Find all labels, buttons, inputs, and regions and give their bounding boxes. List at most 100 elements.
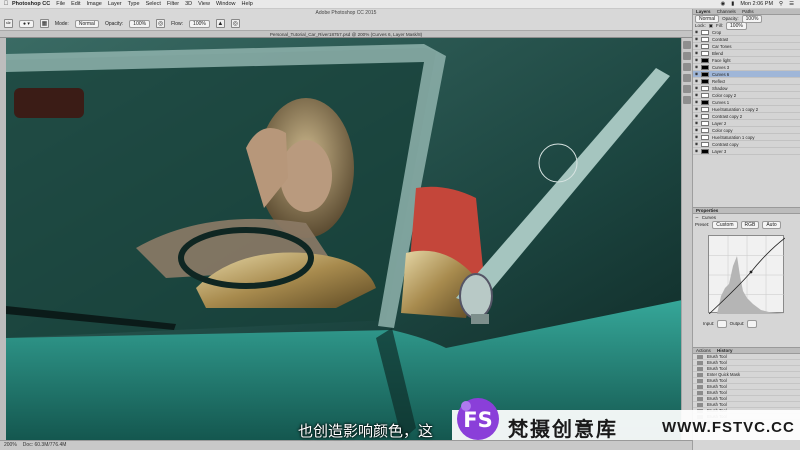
menu-help[interactable]: Help <box>242 1 253 7</box>
tab-properties[interactable]: Properties <box>696 208 718 213</box>
eye-icon[interactable]: ◉ <box>693 85 700 91</box>
layer-thumbnail[interactable] <box>701 71 709 77</box>
clock[interactable]: Mon 2:06 PM <box>740 1 773 7</box>
layer-thumbnail[interactable] <box>701 36 709 42</box>
layer-row[interactable]: ◉ Color copy 2 <box>693 92 800 99</box>
document-canvas[interactable] <box>6 38 692 440</box>
layer-name[interactable]: Color copy <box>712 128 733 133</box>
menu-layer[interactable]: Layer <box>108 1 122 7</box>
layer-name[interactable]: Color copy 2 <box>712 93 736 98</box>
layer-row[interactable]: ◉ Contrast copy 2 <box>693 113 800 120</box>
layer-name[interactable]: Contrast copy <box>712 142 739 147</box>
curve-point[interactable] <box>749 270 753 274</box>
layer-thumbnail[interactable] <box>701 57 709 63</box>
eye-icon[interactable]: ◉ <box>693 99 700 105</box>
tab-paths[interactable]: Paths <box>742 9 754 14</box>
layer-row[interactable]: ◉ Crop <box>693 29 800 36</box>
layer-name[interactable]: Layer 2 <box>712 121 726 126</box>
layer-thumbnail[interactable] <box>701 120 709 126</box>
layer-thumbnail[interactable] <box>701 29 709 35</box>
eye-icon[interactable]: ◉ <box>693 141 700 147</box>
layer-row[interactable]: ◉ Shadow <box>693 85 800 92</box>
layer-row[interactable]: ◉ Curves 3 <box>693 64 800 71</box>
mode-select[interactable]: Normal <box>74 19 99 28</box>
eye-icon[interactable]: ◉ <box>693 106 700 112</box>
layer-row[interactable]: ◉ Face light <box>693 57 800 64</box>
layer-thumbnail[interactable] <box>701 64 709 70</box>
apple-icon[interactable]:  <box>0 1 12 7</box>
menu-file[interactable]: File <box>56 1 65 7</box>
layer-name[interactable]: Contrast <box>712 37 728 42</box>
app-menu[interactable]: Photoshop CC <box>12 1 50 7</box>
layer-thumbnail[interactable] <box>701 134 709 140</box>
menu-select[interactable]: Select <box>146 1 161 7</box>
menu-edit[interactable]: Edit <box>71 1 80 7</box>
blend-mode-select[interactable]: Normal <box>695 14 720 23</box>
layer-thumbnail[interactable] <box>701 92 709 98</box>
menu-3d[interactable]: 3D <box>185 1 192 7</box>
auto-button[interactable]: Auto <box>762 220 781 229</box>
layer-thumbnail[interactable] <box>701 99 709 105</box>
tab-actions[interactable]: Actions <box>696 348 711 353</box>
layer-name[interactable]: Curves 3 <box>712 65 729 70</box>
eye-icon[interactable]: ◉ <box>693 113 700 119</box>
output-field[interactable] <box>747 319 757 328</box>
layer-name[interactable]: Crop <box>712 30 721 35</box>
layer-name[interactable]: Curves 6 <box>712 72 729 77</box>
input-field[interactable] <box>717 319 727 328</box>
layer-row[interactable]: ◉ Hue/Saturation 1 copy <box>693 134 800 141</box>
layer-name[interactable]: Car Tones <box>712 44 732 49</box>
eye-icon[interactable]: ◉ <box>693 78 700 84</box>
menu-image[interactable]: Image <box>87 1 102 7</box>
brush-panel-icon[interactable]: ▦ <box>39 19 49 28</box>
layer-thumbnail[interactable] <box>701 113 709 119</box>
preset-select[interactable]: Custom <box>712 220 738 229</box>
fill-field[interactable]: 100% <box>726 21 747 30</box>
layer-name[interactable]: Face light <box>712 58 731 63</box>
layer-thumbnail[interactable] <box>701 141 709 147</box>
brush-panel-icon-side[interactable] <box>683 74 691 82</box>
eye-icon[interactable]: ◉ <box>693 64 700 70</box>
layer-row[interactable]: ◉ Contrast <box>693 36 800 43</box>
tab-channels[interactable]: Channels <box>717 9 736 14</box>
eye-icon[interactable]: ◉ <box>693 92 700 98</box>
layer-row[interactable]: ◉ Layer 2 <box>693 120 800 127</box>
eye-icon[interactable]: ◉ <box>693 57 700 63</box>
layer-thumbnail[interactable] <box>701 148 709 154</box>
layer-row[interactable]: ◉ Car Tones <box>693 43 800 50</box>
layer-row[interactable]: ◉ Curves 1 <box>693 99 800 106</box>
eye-icon[interactable]: ◉ <box>693 71 700 77</box>
eye-icon[interactable]: ◉ <box>693 29 700 35</box>
layer-row[interactable]: ◉ Curves 6 <box>693 71 800 78</box>
character-panel-icon[interactable] <box>683 85 691 93</box>
history-panel-icon[interactable] <box>683 41 691 49</box>
opacity-field[interactable]: 100% <box>129 19 151 28</box>
zoom-level[interactable]: 200% <box>4 441 17 450</box>
pressure-opacity-icon[interactable]: ◎ <box>156 19 166 28</box>
layer-thumbnail[interactable] <box>701 127 709 133</box>
layer-name[interactable]: Shadow <box>712 86 728 91</box>
layer-thumbnail[interactable] <box>701 106 709 112</box>
layer-name[interactable]: Layer 3 <box>712 149 726 154</box>
paragraph-panel-icon[interactable] <box>683 96 691 104</box>
eye-icon[interactable]: ◉ <box>693 36 700 42</box>
layer-row[interactable]: ◉ Blend <box>693 50 800 57</box>
layer-thumbnail[interactable] <box>701 43 709 49</box>
eye-icon[interactable]: ◉ <box>693 134 700 140</box>
menu-filter[interactable]: Filter <box>167 1 179 7</box>
layer-name[interactable]: Blend <box>712 51 723 56</box>
battery-icon[interactable]: ▮ <box>731 1 734 7</box>
layer-row[interactable]: ◉ Layer 3 <box>693 148 800 155</box>
document-tab[interactable]: Personal_Tutorial_Car_River18757.psd @ 2… <box>0 31 692 38</box>
eye-icon[interactable]: ◉ <box>693 148 700 154</box>
layer-thumbnail[interactable] <box>701 50 709 56</box>
menu-type[interactable]: Type <box>128 1 140 7</box>
swatches-panel-icon[interactable] <box>683 63 691 71</box>
layer-name[interactable]: Hue/Saturation 1 copy <box>712 135 755 140</box>
curves-graph[interactable] <box>708 235 786 315</box>
doc-info[interactable]: Doc: 60.3M/776.4M <box>23 441 67 450</box>
tab-layers[interactable]: Layers <box>696 9 711 14</box>
layer-name[interactable]: Curves 1 <box>712 100 729 105</box>
flow-field[interactable]: 100% <box>189 19 210 28</box>
layer-thumbnail[interactable] <box>701 78 709 84</box>
